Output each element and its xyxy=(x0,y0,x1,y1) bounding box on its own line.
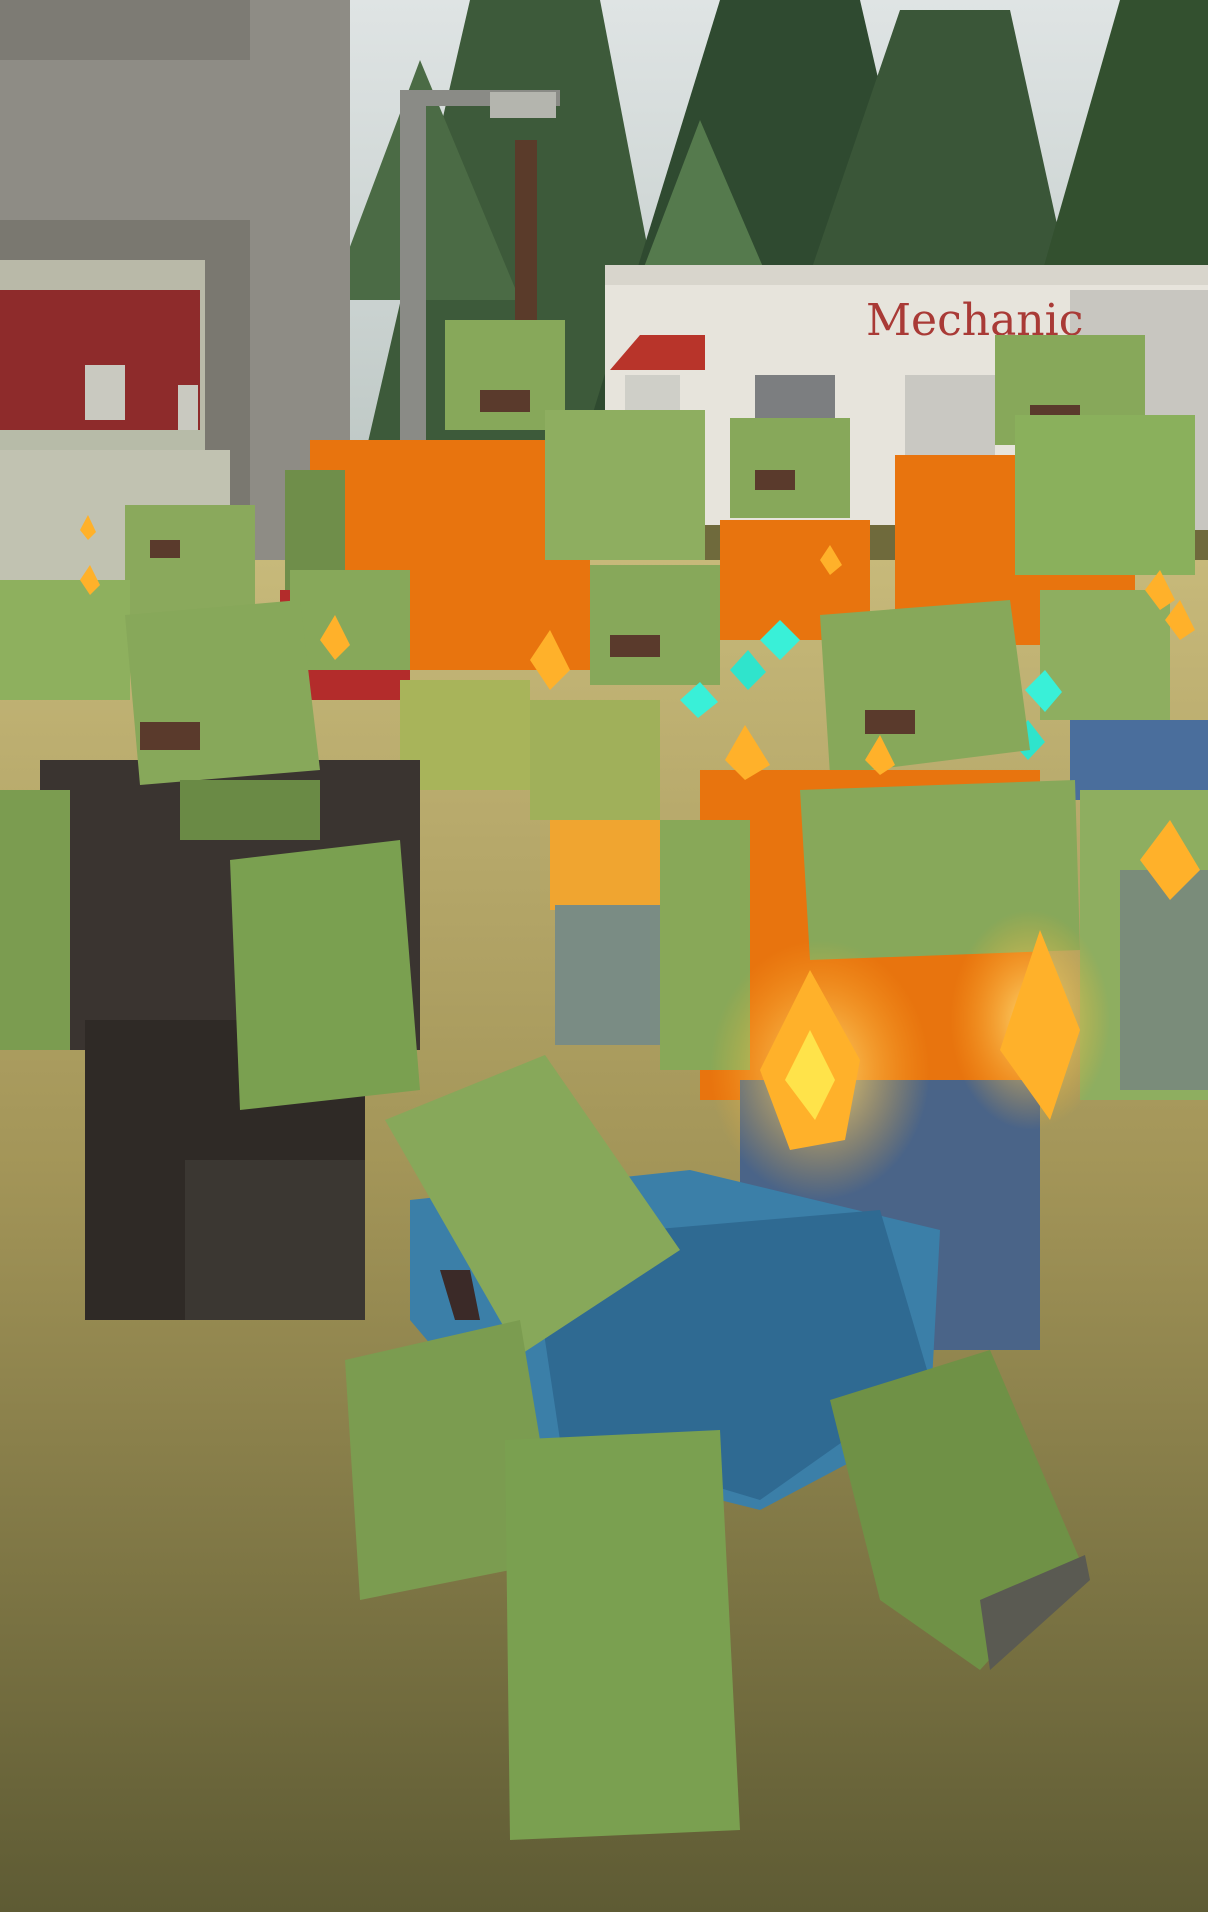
game-viewport: Mechanic xyxy=(0,0,1208,1912)
scene-svg: Mechanic xyxy=(0,0,1208,1912)
